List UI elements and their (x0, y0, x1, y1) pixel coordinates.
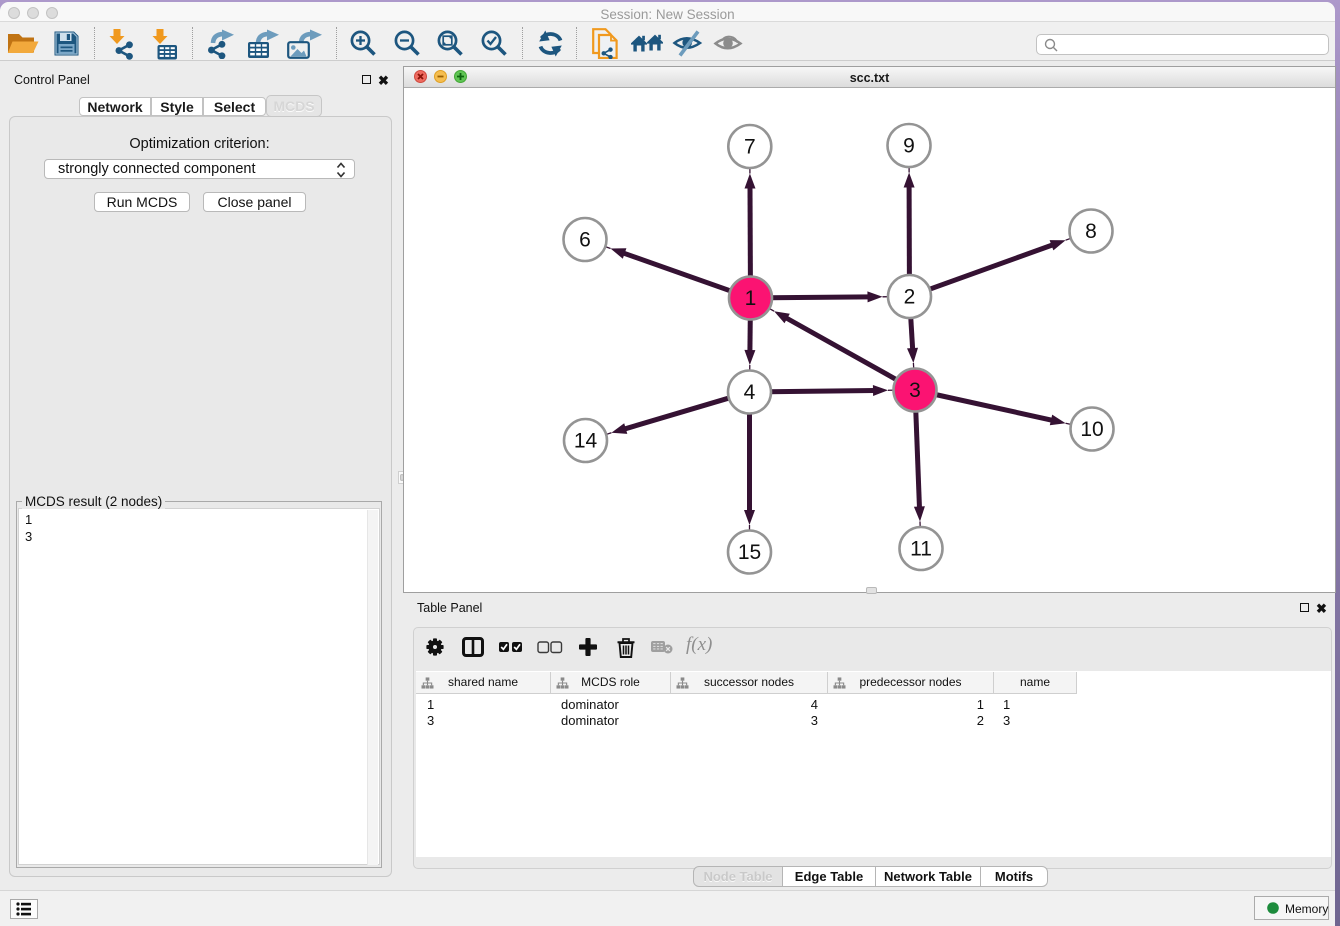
svg-text:9: 9 (903, 135, 915, 158)
svg-text:4: 4 (744, 381, 756, 404)
svg-text:14: 14 (574, 430, 598, 453)
svg-text:11: 11 (910, 538, 932, 561)
svg-text:1: 1 (745, 287, 757, 310)
svg-text:7: 7 (744, 136, 756, 159)
svg-text:6: 6 (579, 229, 591, 252)
svg-text:10: 10 (1080, 418, 1103, 441)
svg-text:3: 3 (909, 379, 921, 402)
svg-text:2: 2 (904, 286, 916, 309)
svg-text:8: 8 (1085, 220, 1097, 243)
svg-text:15: 15 (738, 541, 761, 564)
